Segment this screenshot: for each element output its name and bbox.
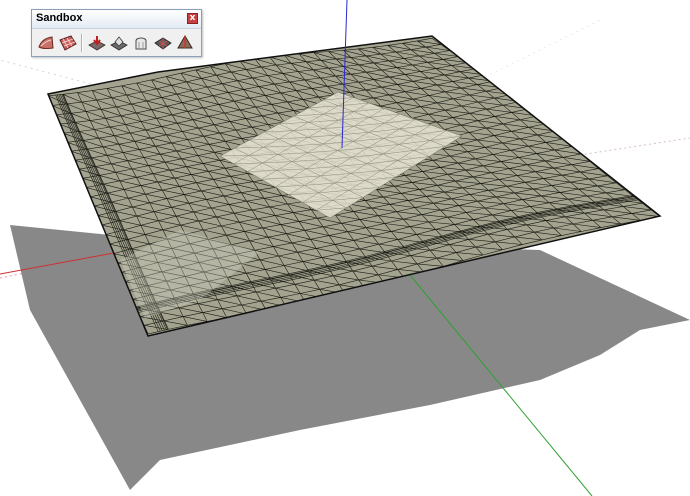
- stamp-button[interactable]: [108, 33, 129, 54]
- close-icon[interactable]: x: [187, 13, 198, 24]
- drape-button[interactable]: [130, 33, 151, 54]
- stamp-icon: [109, 36, 128, 51]
- flip-edge-button[interactable]: [174, 33, 195, 54]
- drape-icon: [135, 37, 146, 50]
- terrain-from-scratch-icon: [58, 35, 77, 51]
- toolbar-title: Sandbox: [36, 12, 83, 24]
- toolbar-button-row: [35, 31, 196, 55]
- flip-edge-icon: [176, 35, 193, 49]
- smoove-button[interactable]: [86, 33, 107, 54]
- toolbar-separator: [81, 34, 83, 52]
- modeling-viewport[interactable]: Sandbox x: [0, 0, 690, 496]
- toolbar-titlebar[interactable]: Sandbox x: [32, 10, 201, 29]
- sandbox-toolbar[interactable]: Sandbox x: [31, 9, 202, 57]
- smoove-icon: [87, 36, 106, 51]
- add-detail-icon: [153, 37, 172, 50]
- terrain-from-contours-icon: [37, 36, 54, 50]
- scene-canvas[interactable]: [0, 0, 690, 496]
- add-detail-button[interactable]: [152, 33, 173, 54]
- from-contours-button[interactable]: [35, 33, 56, 54]
- from-scratch-button[interactable]: [57, 33, 78, 54]
